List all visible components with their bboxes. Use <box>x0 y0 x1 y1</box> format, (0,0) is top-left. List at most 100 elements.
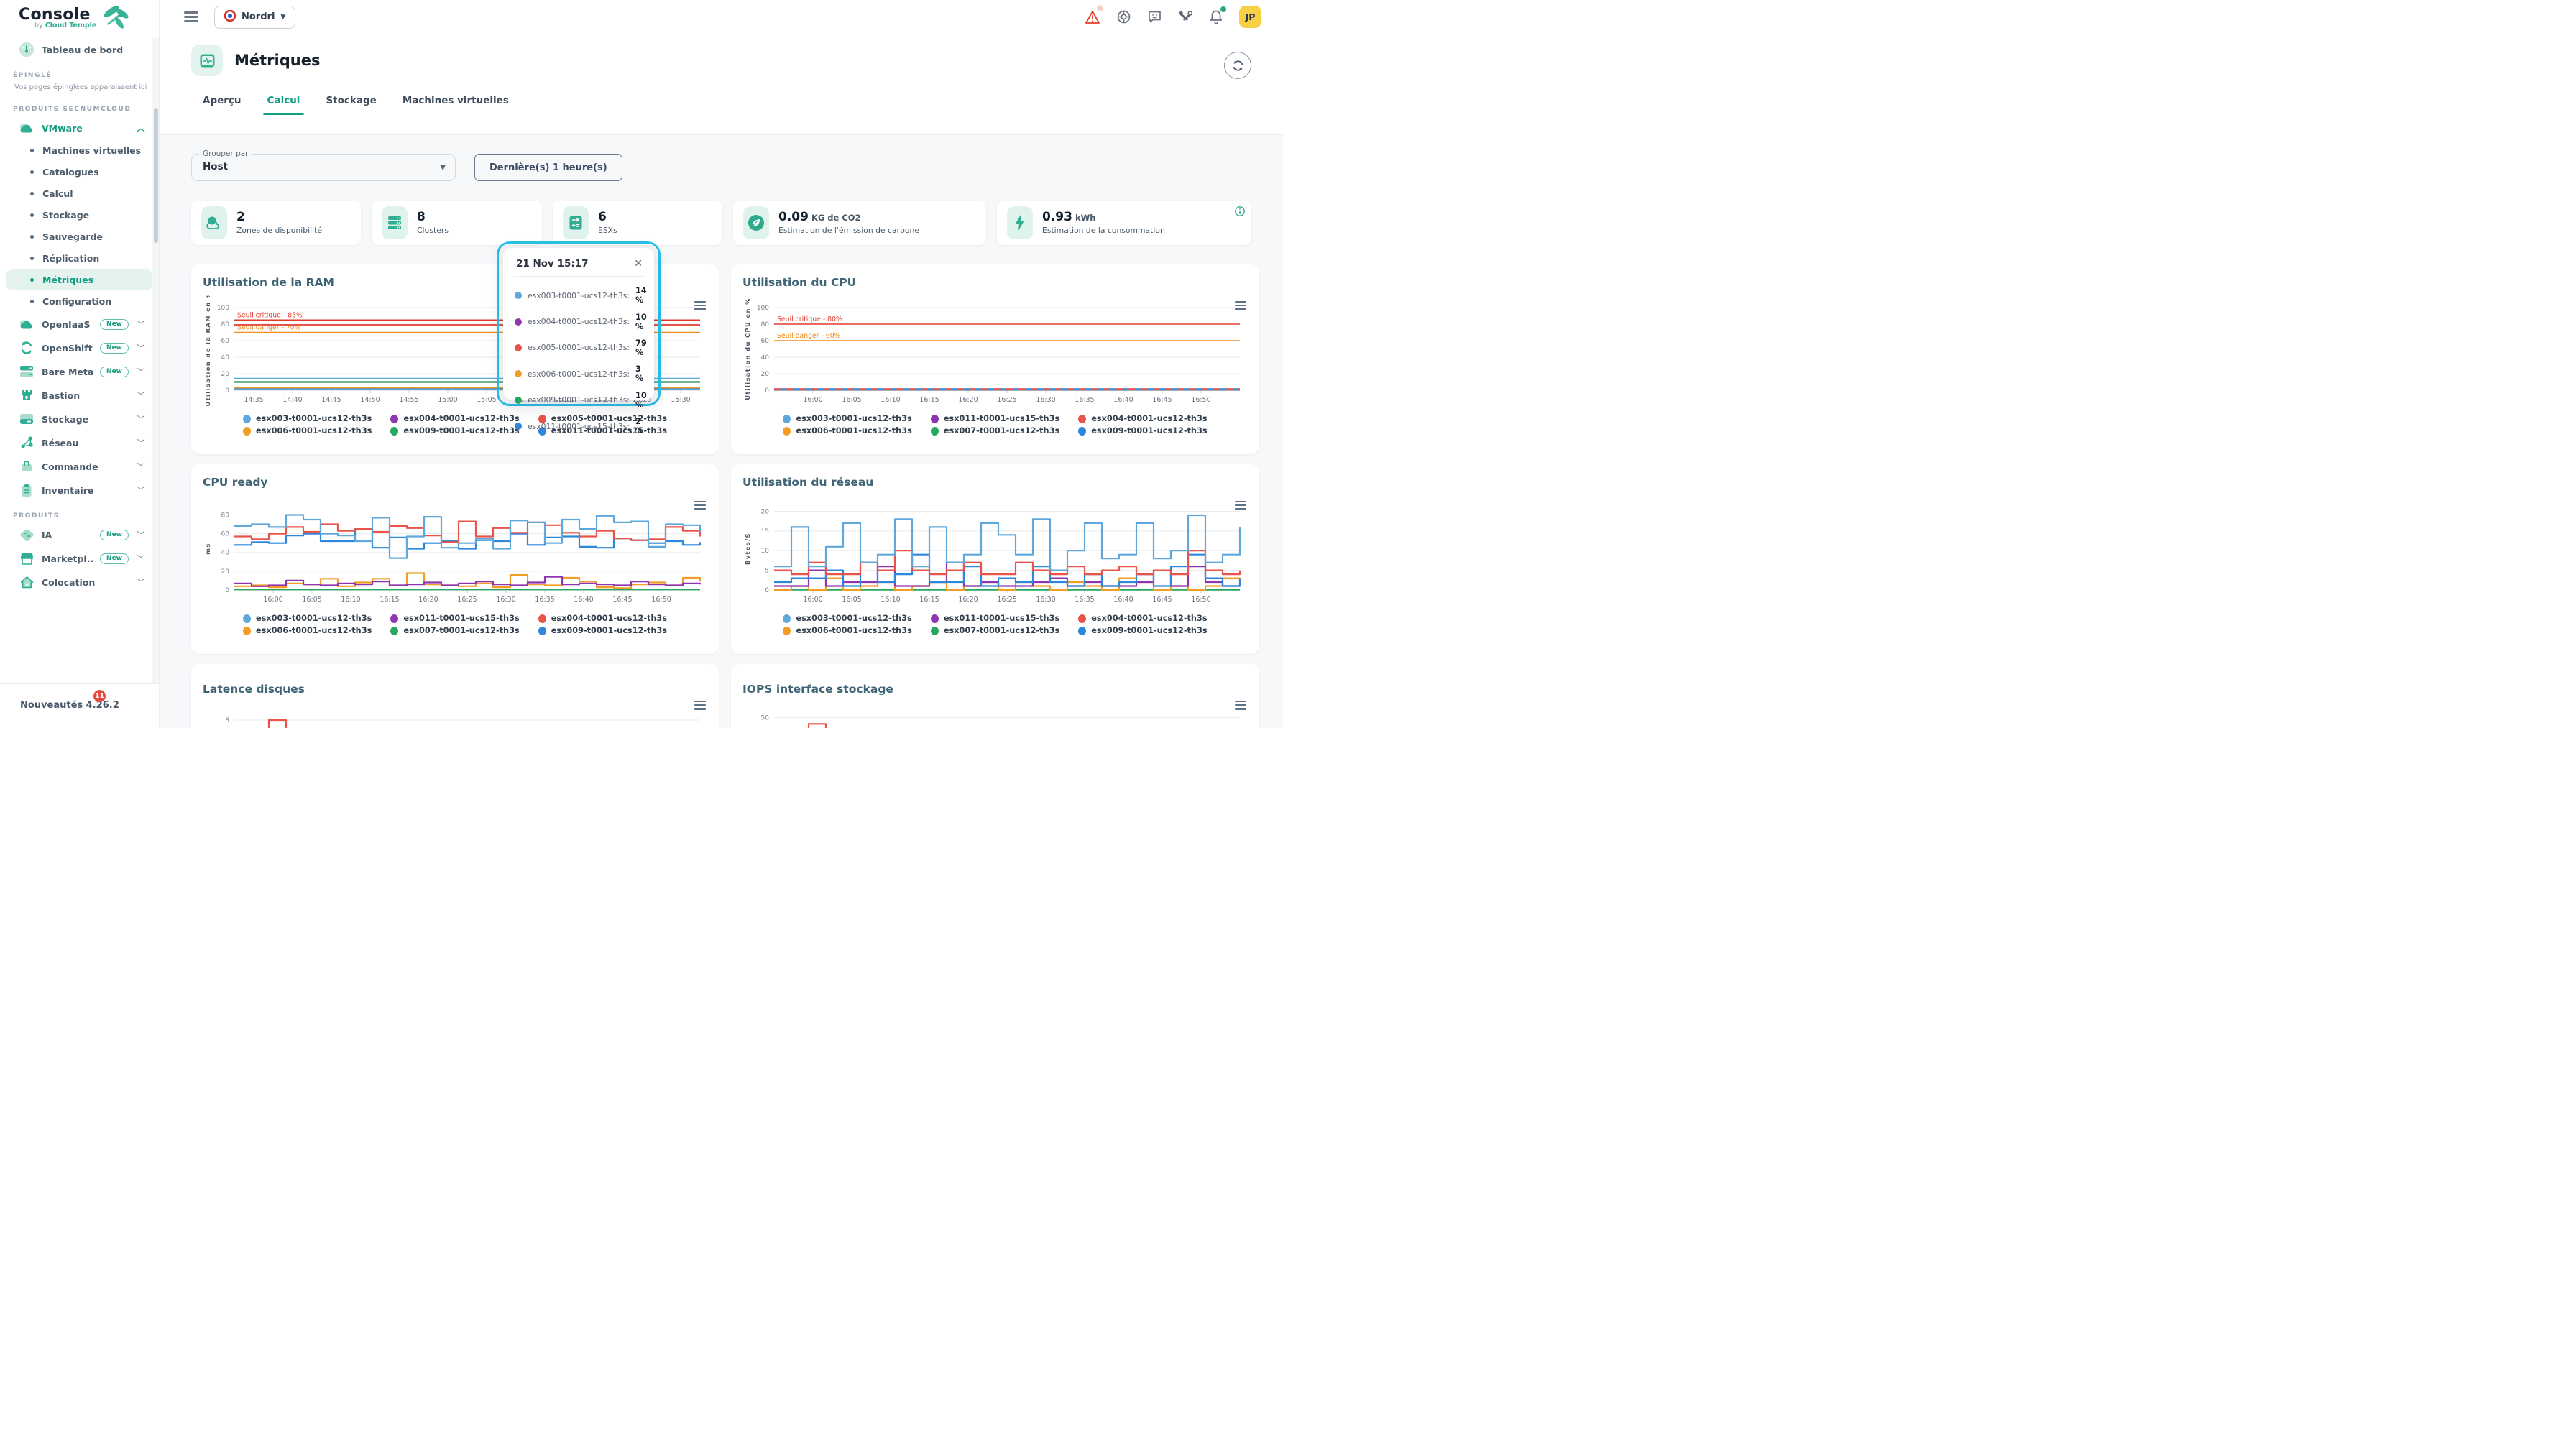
group-by-select[interactable]: Grouper par Host ▼ <box>191 154 456 181</box>
legend-item[interactable]: esx009-t0001-ucs12-th3s <box>390 426 519 436</box>
stat-card-clusters: 8Clusters <box>372 201 542 245</box>
chart-menu-icon[interactable] <box>1235 299 1246 312</box>
chart-menu-icon[interactable] <box>694 699 706 711</box>
chevron-down-icon: ﹀ <box>136 529 146 540</box>
refresh-button[interactable] <box>1224 52 1251 79</box>
tab-calcul[interactable]: Calcul <box>267 95 300 115</box>
legend-item[interactable]: esx006-t0001-ucs12-th3s <box>783 626 911 635</box>
legend-item[interactable]: esx007-t0001-ucs12-th3s <box>931 426 1059 436</box>
legend-item[interactable]: esx009-t0001-ucs12-th3s <box>538 626 667 635</box>
legend-item[interactable]: esx009-t0001-ucs12-th3s <box>1078 426 1207 436</box>
stat-value: 6 <box>598 211 617 224</box>
sidebar-item-m-triques[interactable]: Métriques <box>6 269 153 290</box>
chart-legend: esx003-t0001-ucs12-th3s esx011-t0001-ucs1… <box>742 414 1248 436</box>
tooltip-host-label: esx011-t0001-ucs15-th3s: <box>528 422 630 431</box>
legend-item[interactable]: esx007-t0001-ucs12-th3s <box>390 626 519 635</box>
legend-item[interactable]: esx009-t0001-ucs12-th3s <box>1078 626 1207 635</box>
tooltip-close-icon[interactable]: ✕ <box>634 258 643 269</box>
legend-item[interactable]: esx011-t0001-ucs15-th3s <box>390 614 519 623</box>
svg-text:16:50: 16:50 <box>651 596 671 604</box>
legend-item[interactable]: esx004-t0001-ucs12-th3s <box>390 414 519 423</box>
svg-text:16:45: 16:45 <box>612 596 632 604</box>
sidebar-item-r-seau[interactable]: Réseau﹀ <box>6 431 153 454</box>
feedback-button[interactable] <box>1146 9 1162 25</box>
pinned-pages-hint: Vos pages épinglées apparaissent ici <box>0 82 159 96</box>
sidebar-item-openshift[interactable]: OpenShiftNew﹀ <box>6 336 153 359</box>
stat-card-estimation-de-la-consomm: 0.93kWhEstimation de la consommation <box>997 201 1251 245</box>
sidebar-item-calcul[interactable]: Calcul <box>6 183 153 204</box>
menu-toggle-icon[interactable] <box>184 9 198 25</box>
tooltip-host-label: esx009-t0001-ucs12-th3s: <box>528 395 630 405</box>
avatar[interactable]: JP <box>1239 6 1261 28</box>
legend-dot-icon <box>538 614 546 623</box>
chart-plot[interactable]: 0102030405016:0016:0516:1016:1516:2016:2… <box>742 701 1246 728</box>
legend-item[interactable]: esx006-t0001-ucs12-th3s <box>243 426 372 436</box>
support-button[interactable] <box>1116 9 1131 25</box>
sidebar-item-openiaas[interactable]: OpenIaaSNew﹀ <box>6 313 153 336</box>
sidebar-item-vmware[interactable]: VMware︿ <box>6 116 153 139</box>
legend-item[interactable]: esx004-t0001-ucs12-th3s <box>1078 414 1207 423</box>
legend-item[interactable]: esx004-t0001-ucs12-th3s <box>538 614 667 623</box>
sidebar-footer[interactable]: Nouveautés 4.26.2 11 <box>0 683 159 728</box>
sidebar-item-configuration[interactable]: Configuration <box>6 291 153 312</box>
chart-plot[interactable]: 0510152016:0016:0516:1016:1516:2016:2516… <box>742 494 1246 608</box>
chart-plot[interactable]: 02040608016:0016:0516:1016:1516:2016:251… <box>203 494 706 608</box>
cloud-zone-icon <box>201 206 227 239</box>
sidebar-item-label: Inventaire <box>42 485 129 496</box>
sidebar-item-ia[interactable]: IANew﹀ <box>6 523 153 546</box>
sidebar-item-colocation[interactable]: Colocation﹀ <box>6 571 153 594</box>
page-header: Métriques AperçuCalculStockageMachines v… <box>160 34 1283 135</box>
svg-text:15: 15 <box>761 528 769 535</box>
sidebar-item-bare-metal[interactable]: Bare MetalNew﹀ <box>6 360 153 383</box>
sidebar-item-inventaire[interactable]: Inventaire﹀ <box>6 479 153 502</box>
legend-dot-icon <box>1078 627 1086 635</box>
legend-label: esx003-t0001-ucs12-th3s <box>256 614 372 623</box>
legend-item[interactable]: esx011-t0001-ucs15-th3s <box>931 414 1059 423</box>
legend-item[interactable]: esx011-t0001-ucs15-th3s <box>931 614 1059 623</box>
castle-icon <box>19 389 35 402</box>
legend-item[interactable]: esx006-t0001-ucs12-th3s <box>243 626 372 635</box>
legend-item[interactable]: esx003-t0001-ucs12-th3s <box>243 414 372 423</box>
brand-logo[interactable]: Console by Cloud Temple <box>0 0 159 36</box>
sidebar-item-stockage[interactable]: Stockage﹀ <box>6 407 153 430</box>
tools-button[interactable] <box>1177 9 1193 25</box>
tab-stockage[interactable]: Stockage <box>326 95 376 115</box>
alerts-button[interactable] <box>1085 9 1100 25</box>
sidebar-item-sauvegarde[interactable]: Sauvegarde <box>6 226 153 247</box>
release-notes-link[interactable]: Nouveautés 4.26.2 <box>20 700 119 711</box>
chart-menu-icon[interactable] <box>1235 499 1246 512</box>
legend-item[interactable]: esx006-t0001-ucs12-th3s <box>783 426 911 436</box>
legend-item[interactable]: esx007-t0001-ucs12-th3s <box>931 626 1059 635</box>
chart-card-utilisation-du-r-seau: Utilisation du réseau0510152016:0016:051… <box>731 464 1259 654</box>
chart-menu-icon[interactable] <box>1235 699 1246 711</box>
chart-menu-icon[interactable] <box>694 499 706 512</box>
sidebar-item-r-plication[interactable]: Réplication <box>6 248 153 269</box>
chart-plot[interactable]: 02040608010016:0016:0516:1016:1516:2016:… <box>742 295 1246 408</box>
sidebar-item-catalogues[interactable]: Catalogues <box>6 162 153 183</box>
svg-text:16:15: 16:15 <box>919 396 939 404</box>
info-icon[interactable] <box>1235 206 1245 219</box>
time-range-button[interactable]: Dernière(s) 1 heure(s) <box>474 154 622 181</box>
legend-item[interactable]: esx003-t0001-ucs12-th3s <box>783 414 911 423</box>
legend-dot-icon <box>390 614 398 623</box>
sidebar-item-bastion[interactable]: Bastion﹀ <box>6 384 153 407</box>
sidebar-item-machines-virtuelles[interactable]: Machines virtuelles <box>6 140 153 161</box>
tenant-selector[interactable]: Nordri ▼ <box>214 6 295 29</box>
sidebar-item-commande[interactable]: Commande﹀ <box>6 455 153 478</box>
stat-value: 2 <box>236 211 322 224</box>
sidebar-item-stockage[interactable]: Stockage <box>6 205 153 226</box>
sidebar-item-label: Marketpl... <box>42 553 93 564</box>
series-dot-icon <box>515 370 522 377</box>
tab-aper-u[interactable]: Aperçu <box>203 95 242 115</box>
chart-menu-icon[interactable] <box>694 299 706 312</box>
sidebar-item-marketpl-[interactable]: Marketpl...New﹀ <box>6 547 153 570</box>
legend-item[interactable]: esx004-t0001-ucs12-th3s <box>1078 614 1207 623</box>
notifications-button[interactable] <box>1208 9 1224 25</box>
legend-item[interactable]: esx003-t0001-ucs12-th3s <box>783 614 911 623</box>
new-badge: New <box>100 530 129 540</box>
sidebar-item-dashboard[interactable]: Tableau de bord <box>6 38 153 61</box>
sidebar-scrollbar[interactable] <box>154 108 158 243</box>
legend-item[interactable]: esx003-t0001-ucs12-th3s <box>243 614 372 623</box>
tab-machines-virtuelles[interactable]: Machines virtuelles <box>403 95 509 115</box>
chart-plot[interactable]: 0246816:0016:0516:1016:1516:2016:2516:30… <box>203 701 706 728</box>
